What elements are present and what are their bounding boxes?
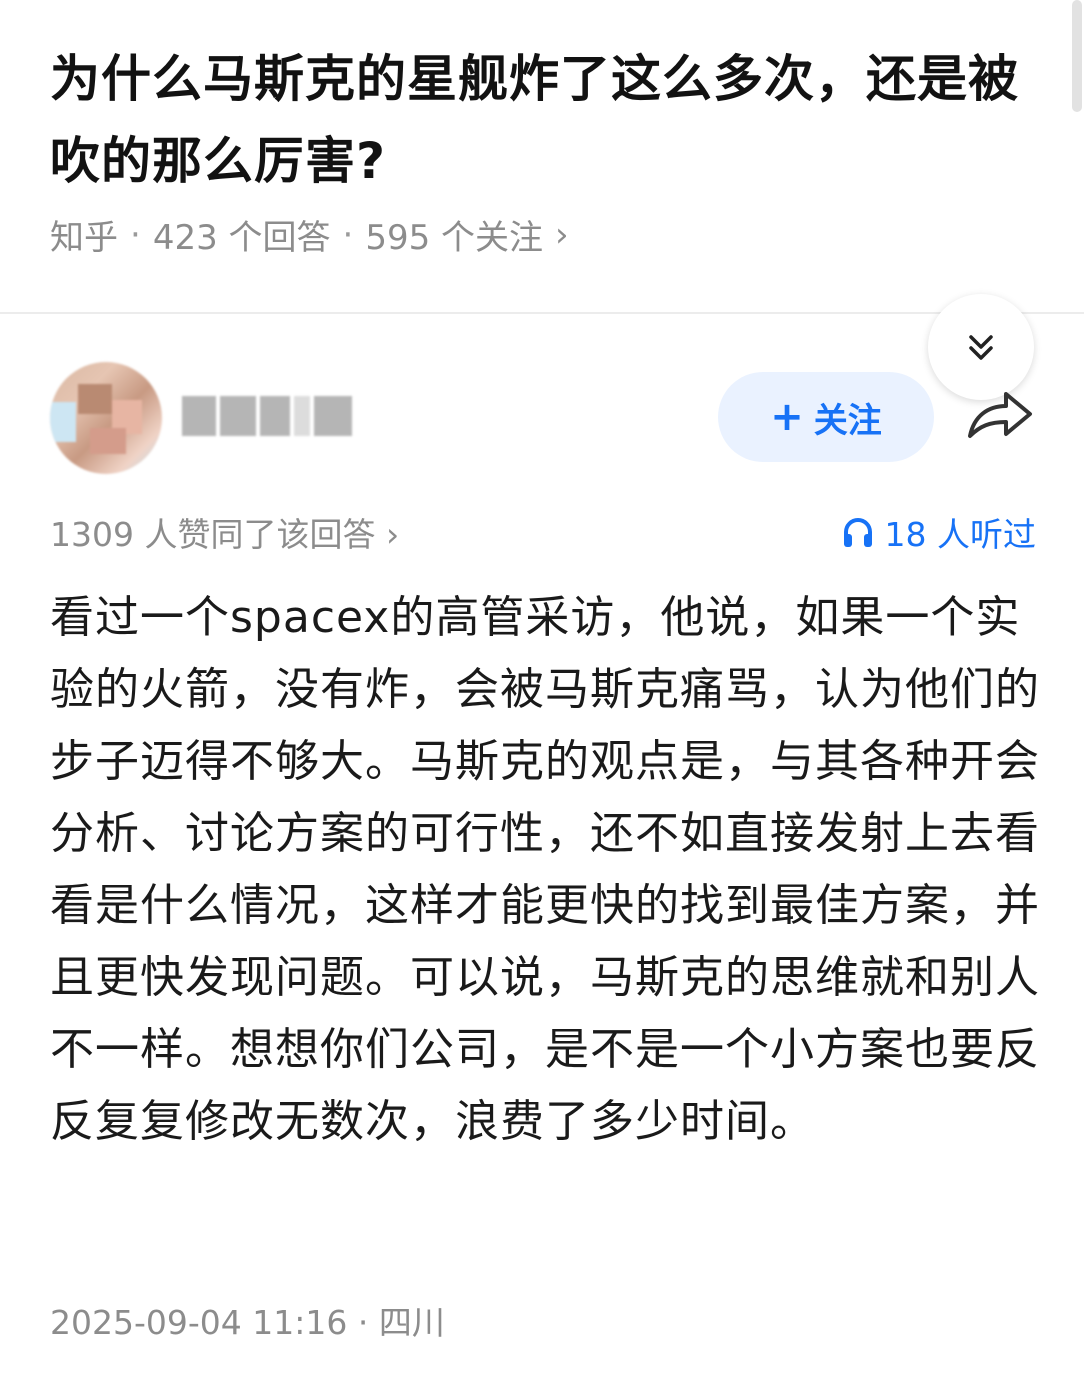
scrollbar[interactable] <box>1072 0 1082 112</box>
follower-count: 595 个关注 <box>365 218 544 258</box>
meta-separator: · <box>342 214 354 255</box>
question-title[interactable]: 为什么马斯克的星舰炸了这么多次，还是被吹的那么厉害? <box>50 38 1040 202</box>
listen-label: 18 人听过 <box>884 515 1036 554</box>
approve-label: 1309 人赞同了该回答 <box>50 515 376 554</box>
avatar[interactable] <box>50 362 162 474</box>
follow-label: 关注 <box>813 400 882 441</box>
plus-icon: + <box>770 394 804 440</box>
author-name-blurred[interactable] <box>182 396 352 440</box>
question-meta[interactable]: 知乎 · 423 个回答 · 595 个关注 › <box>50 210 569 259</box>
author-row: + 关注 <box>40 362 1044 474</box>
source-label: 知乎 <box>50 218 118 258</box>
chevron-right-icon: › <box>555 214 569 255</box>
listen-count[interactable]: 18 人听过 <box>841 508 1036 556</box>
chevrons-down-icon <box>969 335 993 360</box>
answer-stats: 1309 人赞同了该回答 › 18 人听过 <box>50 508 1036 558</box>
answer-timestamp-location: 2025-09-04 11:16 · 四川 <box>50 1303 445 1342</box>
answer-count: 423 个回答 <box>152 218 331 258</box>
approve-count[interactable]: 1309 人赞同了该回答 › <box>50 508 399 556</box>
follow-button[interactable]: + 关注 <box>718 372 934 462</box>
share-arrow-icon[interactable] <box>964 386 1036 446</box>
chevron-right-icon: › <box>385 515 400 554</box>
meta-separator: · <box>130 214 141 255</box>
answer-body[interactable]: 看过一个spacex的高管采访，他说，如果一个实验的火箭，没有炸，会被马斯克痛骂… <box>50 582 1040 1158</box>
divider <box>0 312 1084 314</box>
headphones-icon <box>843 518 872 547</box>
answer-page: 为什么马斯克的星舰炸了这么多次，还是被吹的那么厉害? 知乎 · 423 个回答 … <box>0 0 1084 1376</box>
